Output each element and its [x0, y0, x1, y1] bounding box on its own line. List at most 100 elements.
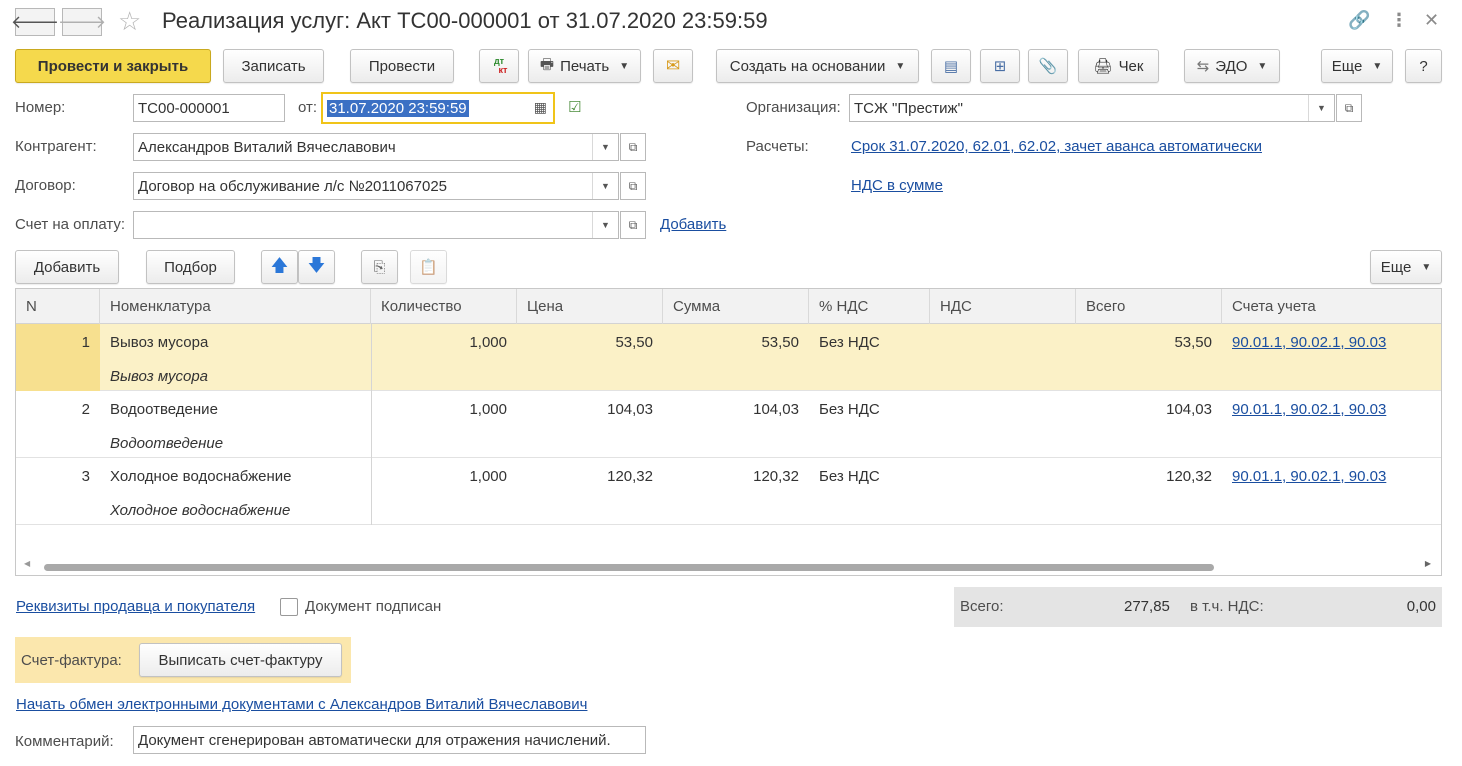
- forward-button[interactable]: 🡒: [58, 8, 106, 36]
- copy-button[interactable]: ⎘: [361, 250, 398, 284]
- cell-vat: [930, 391, 1076, 458]
- organization-field[interactable]: ТСЖ "Престиж" ▼: [849, 94, 1335, 122]
- paperclip-icon: 📎: [1038, 58, 1058, 75]
- scroll-right-icon[interactable]: ▶: [1425, 559, 1431, 568]
- post-button[interactable]: Провести: [350, 49, 454, 83]
- total-value: 53,50: [1174, 334, 1212, 351]
- edo-button[interactable]: ⇆ ЭДО ▼: [1184, 49, 1280, 83]
- column-header-total[interactable]: Всего: [1076, 289, 1222, 324]
- dropdown-icon[interactable]: ▼: [1308, 95, 1334, 121]
- sum-value: 104,03: [753, 401, 799, 418]
- page-title: Реализация услуг: Акт ТС00-000001 от 31.…: [162, 8, 768, 33]
- receipt-button[interactable]: 🖨 Чек: [1078, 49, 1159, 83]
- item-name: Водоотведение: [110, 401, 218, 418]
- accounts-link[interactable]: 90.01.1, 90.02.1, 90.03: [1232, 334, 1386, 351]
- column-header-n[interactable]: N: [16, 289, 100, 324]
- more-vertical-icon[interactable]: ⋮: [1390, 10, 1408, 31]
- hierarchy-icon: ⊞: [993, 58, 1007, 75]
- open-contract-icon[interactable]: ⧉: [620, 172, 646, 200]
- email-button[interactable]: ✉: [653, 49, 693, 83]
- attach-button[interactable]: 📎: [1028, 49, 1068, 83]
- column-header-item[interactable]: Номенклатура: [100, 289, 371, 324]
- cell-total: 120,32: [1076, 458, 1222, 525]
- table-row[interactable]: 3 Холодное водоснабжение Холодное водосн…: [16, 458, 1441, 525]
- add-invoice-link[interactable]: Добавить: [660, 216, 726, 233]
- date-field[interactable]: 31.07.2020 23:59:59 ▦: [321, 92, 555, 124]
- accounts-link[interactable]: 90.01.1, 90.02.1, 90.03: [1232, 468, 1386, 485]
- list-button[interactable]: ▤: [931, 49, 971, 83]
- contract-value: Договор на обслуживание л/с №2011067025: [138, 177, 448, 195]
- save-button[interactable]: Записать: [223, 49, 324, 83]
- invoice-for-payment-field[interactable]: ▼: [133, 211, 619, 239]
- vat-in-sum-link[interactable]: НДС в сумме: [851, 177, 943, 194]
- move-up-button[interactable]: 🡅: [261, 250, 298, 284]
- item-content: Вывоз мусора: [110, 368, 208, 385]
- table-row[interactable]: 1 Вывоз мусора Вывоз мусора 1,000 53,50 …: [16, 324, 1441, 391]
- calendar-icon[interactable]: ▦: [534, 99, 547, 116]
- date-label: от:: [298, 99, 318, 116]
- status-check-icon[interactable]: ☑: [568, 98, 581, 116]
- cell-total: 53,50: [1076, 324, 1222, 391]
- structure-button[interactable]: ⊞: [980, 49, 1020, 83]
- create-based-on-button[interactable]: Создать на основании ▼: [716, 49, 919, 83]
- paste-button[interactable]: 📋: [410, 250, 447, 284]
- more-button[interactable]: Еще ▼: [1321, 49, 1393, 83]
- cell-item: Вывоз мусора Вывоз мусора: [100, 324, 371, 391]
- column-header-vat-rate[interactable]: % НДС: [809, 289, 930, 324]
- envelope-icon: ✉: [665, 56, 681, 75]
- arrow-right-icon: 🡒: [57, 11, 107, 32]
- accounts-link[interactable]: 90.01.1, 90.02.1, 90.03: [1232, 401, 1386, 418]
- close-icon[interactable]: ✕: [1424, 10, 1439, 31]
- column-header-qty[interactable]: Количество: [371, 289, 517, 324]
- arrow-left-icon: 🡐: [10, 11, 60, 32]
- dropdown-icon[interactable]: ▼: [592, 134, 618, 160]
- table-more-button[interactable]: Еще ▼: [1370, 250, 1442, 284]
- dt-kt-button[interactable]: дт кт: [479, 49, 519, 83]
- open-organization-icon[interactable]: ⧉: [1336, 94, 1362, 122]
- edo-exchange-link[interactable]: Начать обмен электронными документами с …: [16, 696, 587, 713]
- post-and-close-button[interactable]: Провести и закрыть: [15, 49, 211, 83]
- table-row[interactable]: 2 Водоотведение Водоотведение 1,000 104,…: [16, 391, 1441, 458]
- back-button[interactable]: 🡐: [11, 8, 59, 36]
- link-icon[interactable]: 🔗: [1348, 10, 1370, 31]
- signed-checkbox[interactable]: [280, 598, 298, 616]
- comment-field[interactable]: Документ сгенерирован автоматически для …: [133, 726, 646, 754]
- column-header-accounts[interactable]: Счета учета: [1222, 289, 1441, 324]
- counterparty-field[interactable]: Александров Виталий Вячеславович ▼: [133, 133, 619, 161]
- column-header-vat[interactable]: НДС: [930, 289, 1076, 324]
- total-vat-label: в т.ч. НДС:: [1190, 598, 1264, 615]
- requisites-link[interactable]: Реквизиты продавца и покупателя: [16, 598, 255, 615]
- table-pick-button[interactable]: Подбор: [146, 250, 235, 284]
- favorite-star-icon[interactable]: ☆: [118, 6, 141, 37]
- column-divider: [371, 324, 372, 525]
- cell-accounts: 90.01.1, 90.02.1, 90.03: [1222, 324, 1441, 391]
- help-button[interactable]: ?: [1405, 49, 1442, 83]
- scrollbar-thumb[interactable]: [44, 564, 1214, 571]
- total-amount: 277,85: [1124, 598, 1170, 615]
- number-field[interactable]: ТС00-000001: [133, 94, 285, 122]
- row-number: 1: [81, 334, 90, 351]
- contract-field[interactable]: Договор на обслуживание л/с №2011067025 …: [133, 172, 619, 200]
- settlements-link[interactable]: Срок 31.07.2020, 62.01, 62.02, зачет ава…: [851, 138, 1262, 155]
- cell-qty: 1,000: [371, 458, 517, 525]
- issue-invoice-button[interactable]: Выписать счет-фактуру: [139, 643, 342, 677]
- open-counterparty-icon[interactable]: ⧉: [620, 133, 646, 161]
- cell-accounts: 90.01.1, 90.02.1, 90.03: [1222, 391, 1441, 458]
- number-label: Номер:: [15, 99, 66, 116]
- dropdown-icon[interactable]: ▼: [592, 212, 618, 238]
- scroll-left-icon[interactable]: ◀: [24, 559, 30, 568]
- qty-value: 1,000: [469, 401, 507, 418]
- column-header-sum[interactable]: Сумма: [663, 289, 809, 324]
- print-button[interactable]: 🖶 Печать ▼: [528, 49, 641, 83]
- column-header-price[interactable]: Цена: [517, 289, 663, 324]
- cash-register-icon: 🖨: [1093, 58, 1113, 75]
- table-add-button[interactable]: Добавить: [15, 250, 119, 284]
- move-down-button[interactable]: 🡇: [298, 250, 335, 284]
- horizontal-scrollbar[interactable]: ◀ ▶: [16, 559, 1441, 575]
- dropdown-icon[interactable]: ▼: [592, 173, 618, 199]
- open-invoice-icon[interactable]: ⧉: [620, 211, 646, 239]
- row-number: 2: [81, 401, 90, 418]
- chevron-down-icon: ▼: [1372, 60, 1383, 72]
- cell-vat-rate: Без НДС: [809, 391, 930, 458]
- total-value: 104,03: [1166, 401, 1212, 418]
